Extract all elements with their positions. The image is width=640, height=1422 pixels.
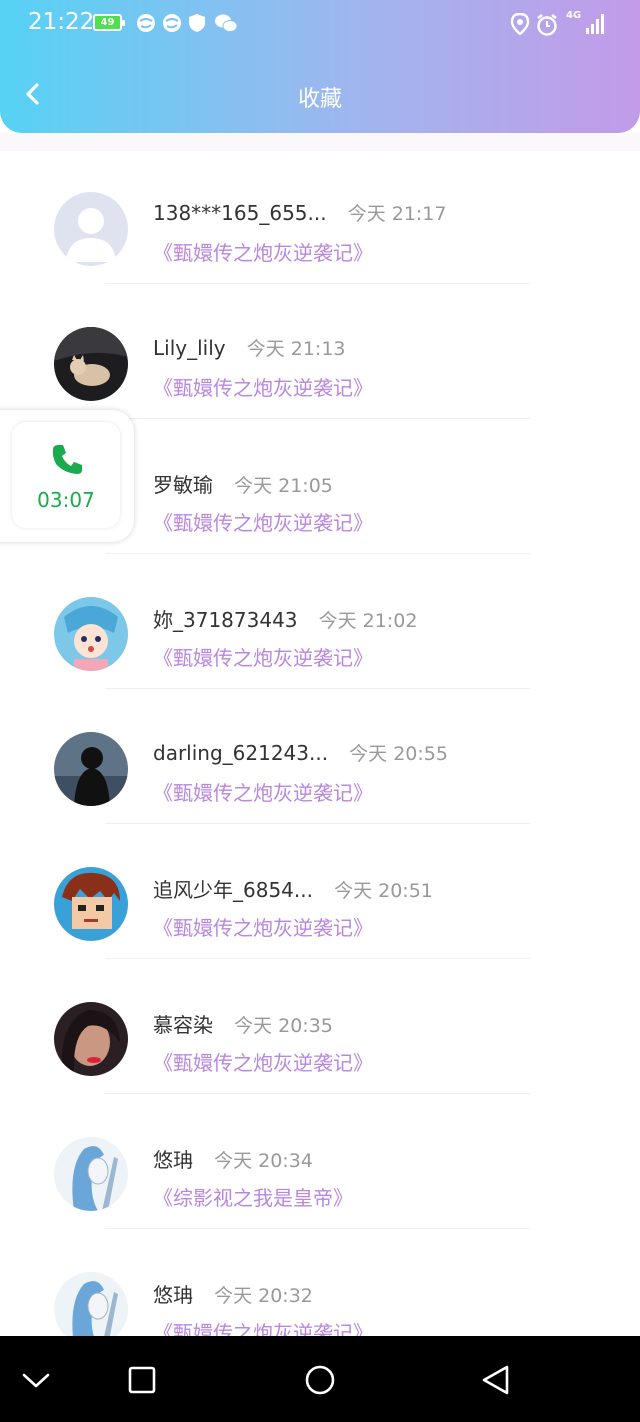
avatar[interactable]	[54, 867, 128, 941]
shield-icon	[189, 14, 205, 32]
list-item[interactable]: 追风少年_6854... 今天 20:51 《甄嬛传之炮灰逆袭记》	[0, 826, 640, 961]
user-name[interactable]: Lily_lily	[153, 336, 226, 360]
header-bar: 21:22 49 4G 收藏	[0, 0, 640, 133]
status-bar: 21:22 49 4G	[0, 0, 640, 50]
timestamp: 今天 21:17	[347, 203, 447, 225]
system-nav-bar	[0, 1336, 640, 1422]
divider	[105, 553, 530, 554]
timestamp: 今天 21:13	[246, 338, 346, 360]
divider	[105, 688, 530, 689]
name-line: 138***165_655... 今天 21:17	[153, 199, 446, 226]
name-line: 追风少年_6854... 今天 20:51	[153, 874, 433, 903]
list-item[interactable]: Lily_lily 今天 21:13 《甄嬛传之炮灰逆袭记》	[0, 286, 640, 421]
book-title[interactable]: 《综影视之我是皇帝》	[153, 1182, 353, 1211]
call-card[interactable]: 03:07	[12, 422, 120, 528]
call-timer: 03:07	[37, 488, 95, 512]
avatar[interactable]	[54, 327, 128, 401]
name-line: Lily_lily 今天 21:13	[153, 334, 346, 361]
list-item[interactable]: 妳_371873443 今天 21:02 《甄嬛传之炮灰逆袭记》	[0, 556, 640, 691]
user-name[interactable]: 妳_371873443	[153, 608, 298, 632]
name-line: darling_621243... 今天 20:55	[153, 739, 448, 766]
list-item[interactable]: 138***165_655... 今天 21:17 《甄嬛传之炮灰逆袭记》	[0, 151, 640, 286]
list-item[interactable]: 悠珃 今天 20:32 《甄嬛传之炮灰逆袭记》	[0, 1231, 640, 1336]
divider	[105, 418, 530, 419]
nav-back-button[interactable]	[474, 1358, 518, 1402]
book-title[interactable]: 《甄嬛传之炮灰逆袭记》	[153, 507, 373, 536]
user-name[interactable]: darling_621243...	[153, 741, 328, 765]
avatar[interactable]	[54, 1137, 128, 1211]
network-type: 4G	[566, 10, 582, 21]
header-divider	[0, 133, 640, 151]
battery-icon: 49	[93, 14, 125, 31]
avatar[interactable]	[54, 1002, 128, 1076]
location-icon	[510, 13, 530, 35]
book-title[interactable]: 《甄嬛传之炮灰逆袭记》	[153, 1047, 373, 1076]
name-line: 悠珃 今天 20:34	[153, 1144, 313, 1173]
avatar[interactable]	[54, 732, 128, 806]
name-line: 妳_371873443 今天 21:02	[153, 604, 417, 633]
triangle-back-icon	[482, 1365, 509, 1395]
square-icon	[128, 1366, 156, 1394]
user-name[interactable]: 慕容染	[153, 1013, 213, 1037]
browser-icon	[137, 14, 155, 32]
book-title[interactable]: 《甄嬛传之炮灰逆袭记》	[153, 642, 373, 671]
favorites-list: 138***165_655... 今天 21:17 《甄嬛传之炮灰逆袭记》 Li…	[0, 151, 640, 1336]
page-title: 收藏	[297, 87, 342, 112]
book-title[interactable]: 《甄嬛传之炮灰逆袭记》	[153, 1317, 373, 1336]
nav-recents-button[interactable]	[120, 1358, 164, 1402]
status-time: 21:22	[28, 9, 95, 35]
timestamp: 今天 20:34	[214, 1150, 313, 1172]
nav-hide-button[interactable]	[14, 1358, 58, 1402]
name-line: 罗敏瑜 今天 21:05	[153, 469, 333, 498]
name-line: 悠珃 今天 20:32	[153, 1279, 313, 1308]
user-name[interactable]: 罗敏瑜	[153, 473, 213, 497]
avatar[interactable]	[54, 597, 128, 671]
user-name[interactable]: 悠珃	[153, 1283, 193, 1307]
divider	[105, 1228, 530, 1229]
timestamp: 今天 20:51	[334, 880, 433, 902]
book-title[interactable]: 《甄嬛传之炮灰逆袭记》	[153, 777, 373, 806]
avatar[interactable]	[54, 192, 128, 266]
divider	[105, 958, 530, 959]
divider	[105, 1093, 530, 1094]
signal-icon	[586, 12, 608, 34]
user-name[interactable]: 追风少年_6854...	[153, 878, 313, 902]
circle-icon	[305, 1365, 335, 1395]
user-name[interactable]: 悠珃	[153, 1148, 193, 1172]
timestamp: 今天 20:55	[349, 743, 448, 765]
divider	[105, 823, 530, 824]
list-item[interactable]: 慕容染 今天 20:35 《甄嬛传之炮灰逆袭记》	[0, 961, 640, 1096]
nav-home-button[interactable]	[298, 1358, 342, 1402]
phone-icon	[52, 445, 82, 474]
user-name[interactable]: 138***165_655...	[153, 201, 327, 225]
timestamp: 今天 20:32	[214, 1285, 313, 1307]
list-item[interactable]: darling_621243... 今天 20:55 《甄嬛传之炮灰逆袭记》	[0, 691, 640, 826]
book-title[interactable]: 《甄嬛传之炮灰逆袭记》	[153, 372, 373, 401]
book-title[interactable]: 《甄嬛传之炮灰逆袭记》	[153, 912, 373, 941]
list-item[interactable]: 悠珃 今天 20:34 《综影视之我是皇帝》	[0, 1096, 640, 1231]
timestamp: 今天 20:35	[234, 1015, 333, 1037]
alarm-icon	[537, 14, 557, 36]
book-title[interactable]: 《甄嬛传之炮灰逆袭记》	[153, 237, 373, 266]
browser-icon	[163, 14, 181, 32]
timestamp: 今天 21:02	[318, 610, 418, 632]
avatar[interactable]	[54, 1272, 128, 1336]
call-floating-widget[interactable]: 03:07	[0, 410, 134, 542]
name-line: 慕容染 今天 20:35	[153, 1009, 333, 1038]
chevron-down-icon	[22, 1373, 50, 1388]
divider	[105, 283, 530, 284]
wechat-icon	[215, 14, 238, 32]
timestamp: 今天 21:05	[234, 475, 333, 497]
